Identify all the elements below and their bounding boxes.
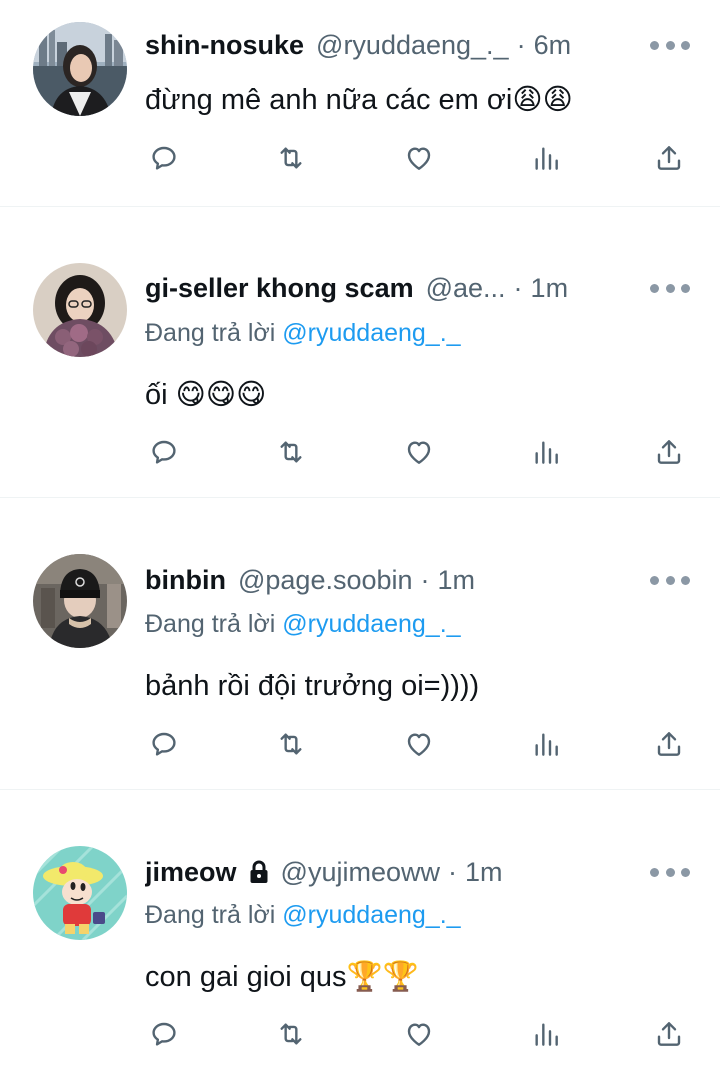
like-button[interactable] (401, 1016, 437, 1052)
share-icon (657, 732, 681, 756)
timestamp[interactable]: 1m (438, 560, 476, 600)
avatar[interactable] (33, 22, 127, 116)
tweet-header: binbin @page.soobin · 1m (145, 560, 630, 600)
heart-icon (407, 147, 431, 170)
reply-button[interactable] (146, 1016, 182, 1052)
reply-button[interactable] (146, 434, 182, 470)
like-button[interactable] (401, 140, 437, 176)
heart-icon (407, 733, 431, 756)
retweet-button[interactable] (273, 140, 309, 176)
avatar[interactable] (33, 263, 127, 357)
reply-feed: shin-nosuke @ryuddaeng_._ · 6m đừng mê a… (0, 0, 720, 1080)
views-button[interactable] (528, 140, 564, 176)
replying-to-label: Đang trả lời (145, 901, 283, 929)
display-name[interactable]: shin-nosuke (145, 25, 304, 65)
separator-dot: · (420, 565, 430, 595)
views-button[interactable] (528, 1016, 564, 1052)
share-button[interactable] (651, 434, 687, 470)
timestamp[interactable]: 1m (465, 852, 503, 892)
tweet[interactable]: jimeow @yujimeoww · 1m Đang trả lời @ryu… (0, 790, 720, 1080)
action-bar (0, 1016, 720, 1052)
avatar-photo-girl-city-icon (33, 22, 127, 116)
replying-to-handle[interactable]: @ryuddaeng_._ (282, 319, 460, 347)
display-name[interactable]: gi-seller khong scam (145, 268, 414, 308)
username[interactable]: @ryuddaeng_._ (316, 25, 509, 65)
separator-dot: · (513, 273, 523, 303)
views-chart-icon (535, 147, 558, 170)
more-options-icon[interactable] (650, 39, 690, 51)
username[interactable]: @yujimeoww (281, 852, 440, 892)
more-options-icon[interactable] (650, 866, 690, 878)
reply-icon (152, 440, 176, 464)
avatar[interactable] (33, 554, 127, 648)
views-button[interactable] (528, 434, 564, 470)
action-bar (0, 434, 720, 470)
username[interactable]: @page.soobin (238, 560, 413, 600)
views-chart-icon (535, 1023, 558, 1046)
replying-to: Đang trả lời @ryuddaeng_._ (145, 607, 461, 641)
replying-to: Đang trả lời @ryuddaeng_._ (145, 898, 461, 932)
display-name[interactable]: binbin (145, 560, 226, 600)
timestamp[interactable]: 1m (531, 268, 569, 308)
heart-icon (407, 441, 431, 464)
retweet-button[interactable] (273, 726, 309, 762)
retweet-icon (280, 147, 302, 169)
tweet-text: bảnh rồi đội trưởng oi=)))) (145, 670, 480, 702)
action-bar (0, 140, 720, 176)
reply-icon (152, 1022, 176, 1046)
timestamp[interactable]: 6m (534, 25, 572, 65)
tweet[interactable]: shin-nosuke @ryuddaeng_._ · 6m đừng mê a… (0, 0, 720, 206)
views-chart-icon (535, 733, 558, 756)
tweet-text: ối 😋😋😋 (145, 379, 267, 411)
retweet-icon (280, 733, 302, 755)
action-bar (0, 726, 720, 762)
avatar[interactable] (33, 846, 127, 940)
retweet-button[interactable] (273, 1016, 309, 1052)
avatar-cartoon-shinchan-icon (33, 846, 127, 940)
share-icon (657, 1022, 681, 1046)
tweet-text: đừng mê anh nữa các em ơi😩😩 (145, 84, 573, 116)
tweet-header: gi-seller khong scam @ae... · 1m (145, 268, 630, 308)
display-name[interactable]: jimeow (145, 852, 237, 892)
replying-to: Đang trả lời @ryuddaeng_._ (145, 316, 461, 350)
reply-button[interactable] (146, 726, 182, 762)
separator-dot: · (516, 30, 526, 60)
tweet-header: jimeow @yujimeoww · 1m (145, 852, 630, 892)
tweet[interactable]: gi-seller khong scam @ae... · 1m Đang tr… (0, 207, 720, 497)
reply-icon (152, 146, 176, 170)
views-button[interactable] (528, 726, 564, 762)
like-button[interactable] (401, 726, 437, 762)
share-icon (657, 440, 681, 464)
reply-icon (152, 732, 176, 756)
retweet-icon (280, 1023, 302, 1045)
replying-to-handle[interactable]: @ryuddaeng_._ (282, 901, 460, 929)
avatar-photo-beanie-icon (33, 554, 127, 648)
like-button[interactable] (401, 434, 437, 470)
share-button[interactable] (651, 1016, 687, 1052)
replying-to-handle[interactable]: @ryuddaeng_._ (282, 610, 460, 638)
avatar-photo-girl-flowers-icon (33, 263, 127, 357)
tweet-text: con gai gioi qus🏆🏆 (145, 961, 419, 993)
more-options-icon[interactable] (650, 574, 690, 586)
more-options-icon[interactable] (650, 282, 690, 294)
replying-to-label: Đang trả lời (145, 319, 283, 347)
replying-to-label: Đang trả lời (145, 610, 283, 638)
share-button[interactable] (651, 726, 687, 762)
views-chart-icon (535, 441, 558, 464)
tweet-header: shin-nosuke @ryuddaeng_._ · 6m (145, 25, 630, 65)
username[interactable]: @ae... (426, 268, 506, 308)
retweet-button[interactable] (273, 434, 309, 470)
lock-icon (250, 860, 268, 883)
reply-button[interactable] (146, 140, 182, 176)
separator-dot: · (447, 857, 457, 887)
share-button[interactable] (651, 140, 687, 176)
heart-icon (407, 1023, 431, 1046)
tweet[interactable]: binbin @page.soobin · 1m Đang trả lời @r… (0, 498, 720, 789)
share-icon (657, 146, 681, 170)
retweet-icon (280, 441, 302, 463)
